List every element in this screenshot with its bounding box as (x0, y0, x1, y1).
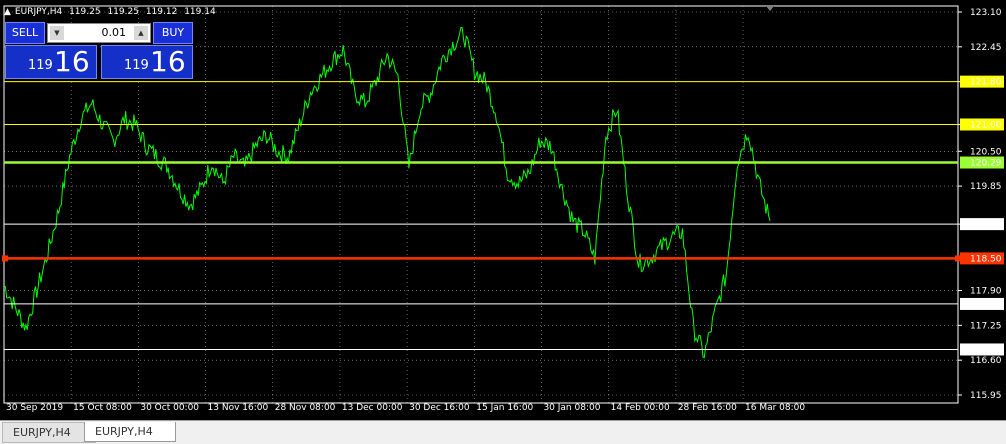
level-handle-left (2, 255, 8, 262)
x-tick-label: 28 Nov 08:00 (275, 403, 336, 413)
x-tick-label: 30 Sep 2019 (6, 403, 63, 413)
y-tick-label: 119.85 (970, 182, 1002, 192)
y-tick-label: 120.50 (970, 147, 1002, 157)
lot-increase-icon[interactable]: ▲ (134, 26, 148, 40)
y-tick-label: 115.95 (970, 391, 1002, 401)
sell-quote-big: 16 (54, 45, 90, 78)
lot-value[interactable]: 0.01 (102, 26, 127, 39)
price-level-label: 116.80 (970, 345, 1002, 355)
buy-button[interactable]: BUY (153, 22, 193, 44)
level-handle-right (955, 255, 961, 262)
low-price: 119.12 (145, 7, 178, 17)
collapse-triangle-icon[interactable]: ▲ (4, 7, 11, 17)
one-click-trading-panel: SELL ▼ 0.01 ▲ BUY 119 16 119 16 (5, 22, 193, 79)
x-tick-label: 14 Feb 00:00 (611, 403, 670, 413)
chart-shift-icon (766, 6, 774, 11)
price-level-label: 121.00 (970, 120, 1002, 130)
lot-decrease-icon[interactable]: ▼ (50, 26, 64, 40)
chart-tab-active[interactable]: EURJPY,H4 (84, 422, 176, 442)
symbol-label: EURJPY,H4 (14, 7, 63, 17)
chart-area[interactable]: 123.10 122.45 121.80 121.00 120.50 119.85 119.… (0, 0, 1006, 424)
x-tick-label: 28 Feb 16:00 (678, 403, 737, 413)
y-tick-label: 117.25 (970, 321, 1002, 331)
buy-quote[interactable]: 119 16 (101, 45, 193, 79)
y-tick-label: 117.90 (970, 287, 1002, 297)
chart-header: ▲ EURJPY,H4 119.25 119.25 119.12 119.14 (4, 7, 220, 17)
y-tick-label: 122.45 (970, 43, 1002, 53)
x-tick-label: 30 Dec 16:00 (409, 403, 470, 413)
x-tick-label: 30 Oct 00:00 (140, 403, 199, 413)
close-price: 119.14 (184, 7, 216, 17)
x-tick-label: 16 Mar 08:00 (745, 403, 805, 413)
price-level-label: 118.50 (970, 254, 1002, 264)
chart-tab-bar: EURJPY,H4 EURJPY,H4 (0, 420, 1006, 444)
open-price: 119.25 (69, 7, 101, 17)
y-tick-label: 123.10 (970, 8, 1002, 18)
sell-quote-small: 119 (28, 58, 53, 73)
high-price: 119.25 (107, 7, 139, 17)
sell-button[interactable]: SELL (5, 22, 45, 44)
buy-quote-big: 16 (150, 45, 186, 78)
x-tick-label: 30 Jan 08:00 (543, 403, 600, 413)
price-level-label: 119.14 (970, 220, 1002, 230)
sell-quote[interactable]: 119 16 (5, 45, 97, 79)
price-level-label: 120.29 (970, 159, 1002, 169)
y-tick-label: 116.60 (970, 356, 1002, 366)
buy-quote-small: 119 (124, 58, 149, 73)
lot-size-field[interactable]: ▼ 0.01 ▲ (47, 23, 151, 43)
x-tick-label: 13 Dec 00:00 (342, 403, 403, 413)
price-level-label: 121.80 (970, 78, 1002, 88)
x-tick-label: 15 Jan 16:00 (476, 403, 533, 413)
x-tick-label: 13 Nov 16:00 (208, 403, 269, 413)
chart-tab[interactable]: EURJPY,H4 (2, 422, 96, 443)
price-level-label: 117.65 (970, 300, 1002, 310)
x-tick-label: 15 Oct 08:00 (73, 403, 132, 413)
